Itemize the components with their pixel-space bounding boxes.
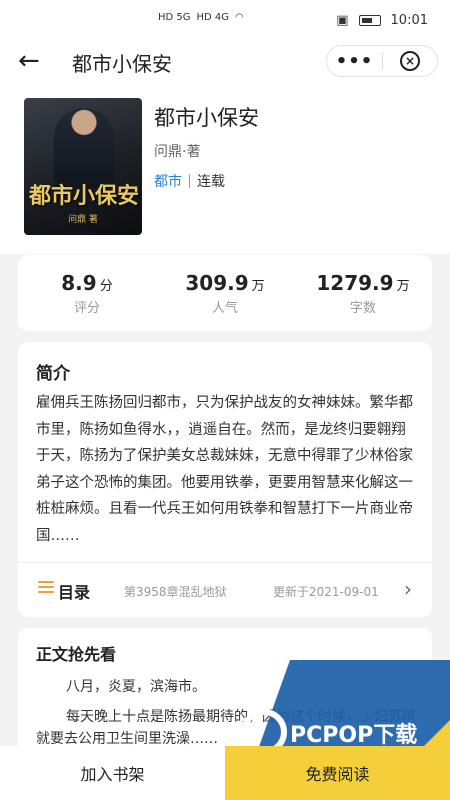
close-button[interactable]: × — [383, 51, 437, 71]
intro-heading: 简介 — [36, 364, 70, 384]
stat-popularity: 309.9 万 人气 — [156, 271, 294, 316]
back-arrow-icon[interactable]: ← — [18, 48, 40, 74]
stat-label: 人气 — [211, 301, 238, 316]
book-title: 都市小保安 — [154, 106, 259, 130]
battery-icon — [358, 15, 381, 26]
preview-paragraph: 每天晚上十点是陈扬最期待的，因为这个时候，少妇苏晴就要去公用卫生间里洗澡…… — [36, 709, 416, 747]
nav-bar: ← 都市小保安 ••• × — [0, 40, 450, 84]
intro-card: 简介 雇佣兵王陈扬回归都市，只为保护战友的女神妹妹。繁华都市里，陈扬如鱼得水，，… — [18, 342, 432, 617]
stats-card: 8.9 分 评分 309.9 万 人气 1279.9 万 字数 — [18, 255, 432, 331]
stat-unit: 万 — [251, 279, 265, 294]
book-header: 都市小保安 问鼎 著 都市小保安 问鼎·著 都市 连载 — [0, 84, 450, 254]
table-of-contents-row[interactable]: 目录 第3958章混乱地狱 更新于2021-09-01 › — [18, 563, 432, 617]
preview-paragraph: 八月，炎夏，滨海市。 — [66, 679, 206, 695]
list-icon — [38, 581, 54, 594]
close-icon: × — [399, 51, 420, 71]
more-options-button[interactable]: ••• — [327, 51, 382, 72]
chevron-right-icon: › — [404, 577, 412, 601]
cover-figure-illustration — [54, 108, 114, 188]
latest-chapter: 第3958章混乱地狱 — [124, 585, 227, 599]
status-tag: 连载 — [197, 174, 225, 190]
stat-label: 字数 — [349, 301, 376, 316]
intro-text: 雇佣兵王陈扬回归都市，只为保护战友的女神妹妹。繁华都市里，陈扬如鱼得水，，逍遥自… — [36, 395, 413, 544]
book-cover[interactable]: 都市小保安 问鼎 著 — [24, 98, 142, 235]
stat-value: 1279.9 — [316, 271, 394, 295]
stat-unit: 万 — [396, 279, 410, 294]
book-author: 问鼎·著 — [154, 144, 201, 160]
status-bar: HD 5G HD 4G ◠ ▣ 10:01 — [0, 0, 450, 40]
stat-rating: 8.9 分 评分 — [18, 271, 156, 316]
tag-divider — [189, 174, 190, 188]
stat-value: 8.9 — [61, 271, 97, 295]
stat-unit: 分 — [99, 279, 113, 294]
mini-program-capsule: ••• × — [326, 45, 438, 77]
genre-tag[interactable]: 都市 — [154, 171, 182, 191]
stat-label: 评分 — [73, 301, 100, 316]
signal-indicators: HD 5G HD 4G ◠ — [158, 12, 244, 23]
stat-word-count: 1279.9 万 字数 — [294, 271, 432, 316]
bottom-action-bar: 加入书架 免费阅读 — [0, 746, 450, 800]
book-tags: 都市 连载 — [154, 171, 225, 191]
status-right: ▣ 10:01 — [336, 13, 428, 28]
preview-heading: 正文抢先看 — [36, 645, 117, 664]
clock: 10:01 — [390, 13, 428, 28]
stat-value: 309.9 — [185, 271, 249, 295]
signal-5g: HD 5G — [158, 12, 191, 23]
free-read-button[interactable]: 免费阅读 — [225, 746, 450, 800]
signal-4g: HD 4G — [196, 12, 230, 23]
page-title: 都市小保安 — [72, 52, 172, 76]
nfc-icon: ▣ — [336, 13, 349, 28]
cover-title: 都市小保安 — [28, 183, 139, 209]
cover-author: 问鼎 著 — [68, 215, 98, 225]
add-to-shelf-button[interactable]: 加入书架 — [0, 746, 225, 800]
toc-label: 目录 — [58, 583, 91, 602]
wifi-icon: ◠ — [235, 12, 244, 23]
update-date: 更新于2021-09-01 — [273, 585, 379, 599]
